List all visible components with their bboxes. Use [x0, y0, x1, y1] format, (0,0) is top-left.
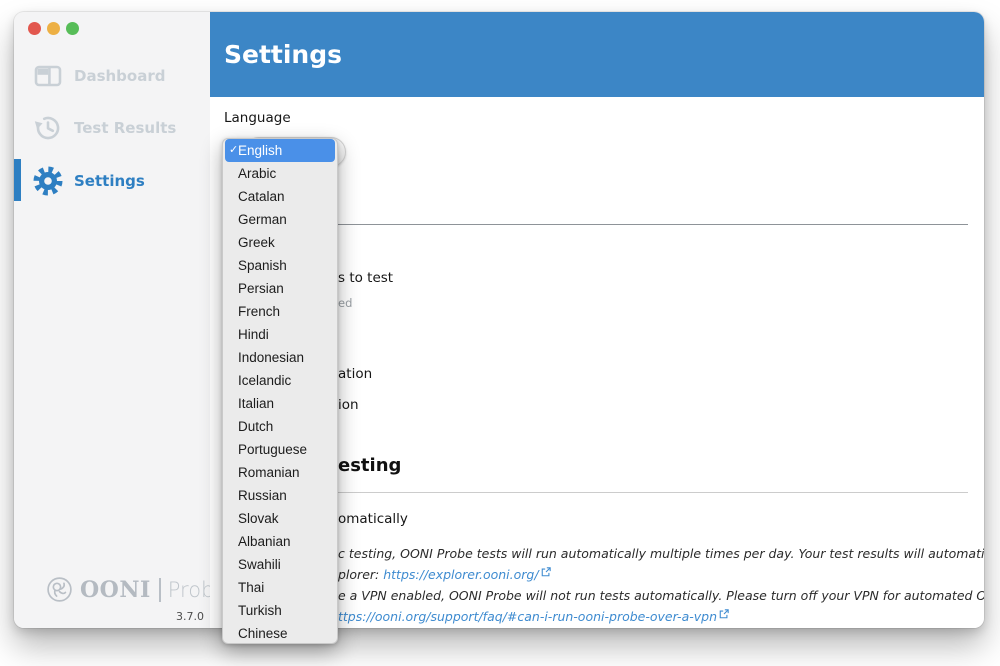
history-icon [32, 112, 64, 144]
option-label-fragment: ion [338, 396, 359, 414]
sidebar: Dashboard Test Results Settings [14, 12, 210, 628]
traffic-lights [28, 22, 79, 35]
websites-to-test-label: s to test [338, 269, 393, 287]
dropdown-option[interactable]: ✓ Chinese [223, 622, 337, 644]
dropdown-option[interactable]: ✓ Thai [223, 576, 337, 599]
dropdown-option[interactable]: ✓ Icelandic [223, 369, 337, 392]
logo-brand-text: OONI [80, 577, 151, 603]
dropdown-option[interactable]: ✓ Indonesian [223, 346, 337, 369]
ooni-logo-icon [46, 576, 73, 603]
app-window: Dashboard Test Results Settings [14, 12, 984, 628]
auto-testing-note-line1: c testing, OONI Probe tests will run aut… [338, 545, 984, 562]
zoom-window-button[interactable] [66, 22, 79, 35]
explorer-link[interactable]: https://explorer.ooni.org/ [383, 567, 538, 582]
dropdown-option[interactable]: ✓ Hindi [223, 323, 337, 346]
dropdown-option[interactable]: ✓ French [223, 300, 337, 323]
page-header: Settings [210, 12, 984, 97]
dropdown-option[interactable]: ✓ English [225, 139, 335, 162]
sidebar-item-settings[interactable]: Settings [14, 164, 210, 198]
dropdown-option[interactable]: ✓ Arabic [223, 162, 337, 185]
app-screen: Dashboard Test Results Settings [0, 0, 1000, 666]
language-dropdown: ✓ English ✓ Arabic ✓ Catalan ✓ German ✓ … [222, 138, 338, 644]
external-link-icon [719, 609, 729, 619]
dropdown-option[interactable]: ✓ Romanian [223, 461, 337, 484]
dropdown-option[interactable]: ✓ German [223, 208, 337, 231]
dropdown-option[interactable]: ✓ Greek [223, 231, 337, 254]
sidebar-item-label: Test Results [74, 119, 176, 137]
logo-separator [159, 578, 161, 602]
page-title: Settings [224, 40, 342, 69]
websites-subtext: ed [338, 294, 352, 312]
dropdown-option[interactable]: ✓ Slovak [223, 507, 337, 530]
dropdown-option[interactable]: ✓ Albanian [223, 530, 337, 553]
sidebar-item-dashboard[interactable]: Dashboard [14, 59, 210, 93]
sidebar-item-test-results[interactable]: Test Results [14, 111, 210, 145]
auto-testing-note-line2: plorer: https://explorer.ooni.org/ [338, 566, 551, 583]
dropdown-option[interactable]: ✓ Russian [223, 484, 337, 507]
checkmark-icon: ✓ [229, 139, 238, 162]
vpn-note-line1: e a VPN enabled, OONI Probe will not run… [338, 587, 984, 604]
language-label: Language [224, 110, 291, 126]
run-automatically-label: omatically [338, 510, 408, 528]
sidebar-item-label: Dashboard [74, 67, 165, 85]
dropdown-option[interactable]: ✓ Turkish [223, 599, 337, 622]
dropdown-option[interactable]: ✓ Catalan [223, 185, 337, 208]
minimize-window-button[interactable] [47, 22, 60, 35]
ooni-logo: OONI Probe [46, 576, 227, 603]
dropdown-option[interactable]: ✓ Persian [223, 277, 337, 300]
dashboard-icon [32, 60, 64, 92]
vpn-faq-link[interactable]: ttps://ooni.org/support/faq/#can-i-run-o… [338, 609, 717, 624]
option-label-fragment: ation [338, 365, 372, 383]
dropdown-option[interactable]: ✓ Swahili [223, 553, 337, 576]
dropdown-option[interactable]: ✓ Dutch [223, 415, 337, 438]
dropdown-option[interactable]: ✓ Italian [223, 392, 337, 415]
note-line2-prefix: plorer: [338, 567, 383, 582]
sidebar-item-label: Settings [74, 172, 145, 190]
gear-icon [32, 165, 64, 197]
automated-testing-heading: esting [338, 454, 401, 478]
app-version: 3.7.0 [134, 610, 204, 623]
dropdown-option[interactable]: ✓ Spanish [223, 254, 337, 277]
vpn-note-line2: ttps://ooni.org/support/faq/#can-i-run-o… [338, 608, 729, 625]
external-link-icon [541, 567, 551, 577]
dropdown-option[interactable]: ✓ Portuguese [223, 438, 337, 461]
close-window-button[interactable] [28, 22, 41, 35]
